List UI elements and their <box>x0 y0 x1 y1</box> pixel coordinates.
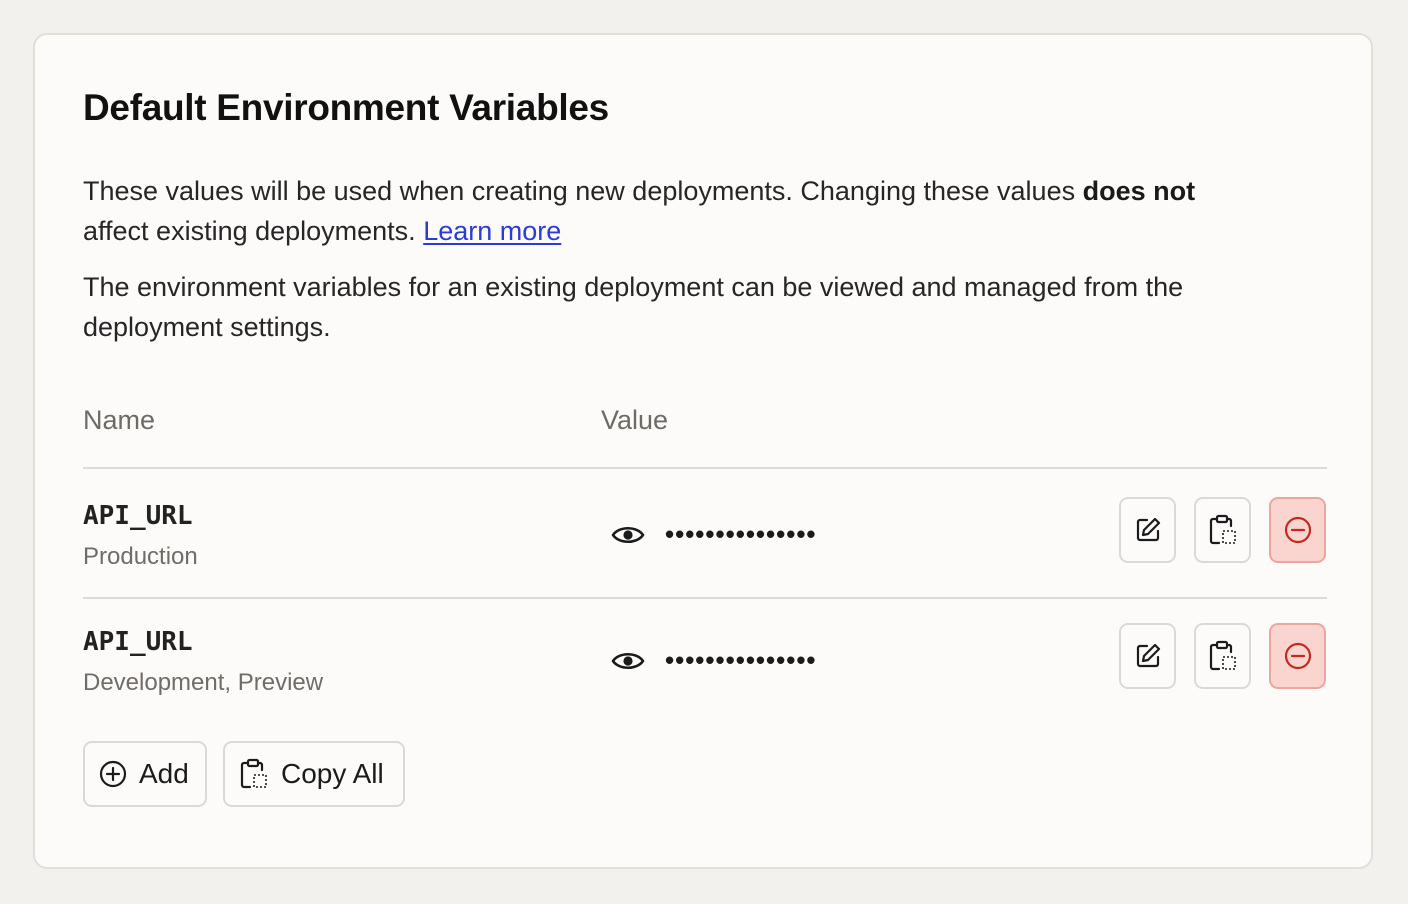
copy-all-button-label: Copy All <box>281 758 384 789</box>
masked-value: ••••••••••••••• <box>665 519 817 549</box>
column-header-name: Name <box>83 405 156 435</box>
add-button[interactable]: Add <box>83 741 207 807</box>
clipboard-icon <box>240 758 267 789</box>
edit-icon <box>1136 517 1160 542</box>
clipboard-icon <box>1209 640 1236 671</box>
remove-button[interactable] <box>1269 497 1326 563</box>
eye-icon[interactable] <box>611 524 645 546</box>
env-var-name: API_URL <box>83 627 193 657</box>
env-var-name: API_URL <box>83 501 193 531</box>
column-header-value: Value <box>601 405 669 435</box>
env-var-row: API_URL Production ••••••••••••••• <box>83 469 1327 595</box>
section-description: These values will be used when creating … <box>83 171 1223 251</box>
description-text: These values will be used when creating … <box>83 176 1083 206</box>
section-title: Default Environment Variables <box>83 87 609 128</box>
minus-circle-icon <box>1284 516 1311 544</box>
remove-button[interactable] <box>1269 623 1326 689</box>
masked-value: ••••••••••••••• <box>665 645 817 675</box>
learn-more-link[interactable]: Learn more <box>423 216 561 246</box>
plus-circle-icon <box>99 760 127 788</box>
env-vars-card: Default Environment Variables These valu… <box>33 33 1373 869</box>
copy-button[interactable] <box>1194 497 1251 563</box>
section-note: The environment variables for an existin… <box>83 272 1184 342</box>
edit-button[interactable] <box>1119 623 1176 689</box>
copy-button[interactable] <box>1194 623 1251 689</box>
description-emphasis: does not <box>1082 176 1196 206</box>
minus-circle-icon <box>1284 642 1311 670</box>
clipboard-icon <box>1209 514 1236 545</box>
eye-icon[interactable] <box>611 650 645 672</box>
description-text-continued: affect existing deployments. <box>83 216 424 246</box>
edit-button[interactable] <box>1119 497 1176 563</box>
env-var-environments: Development, Preview <box>83 669 324 696</box>
copy-all-button[interactable]: Copy All <box>223 741 405 807</box>
env-var-environments: Production <box>83 543 198 570</box>
edit-icon <box>1136 643 1160 668</box>
env-var-row: API_URL Development, Preview •••••••••••… <box>83 599 1327 725</box>
add-button-label: Add <box>139 758 189 789</box>
